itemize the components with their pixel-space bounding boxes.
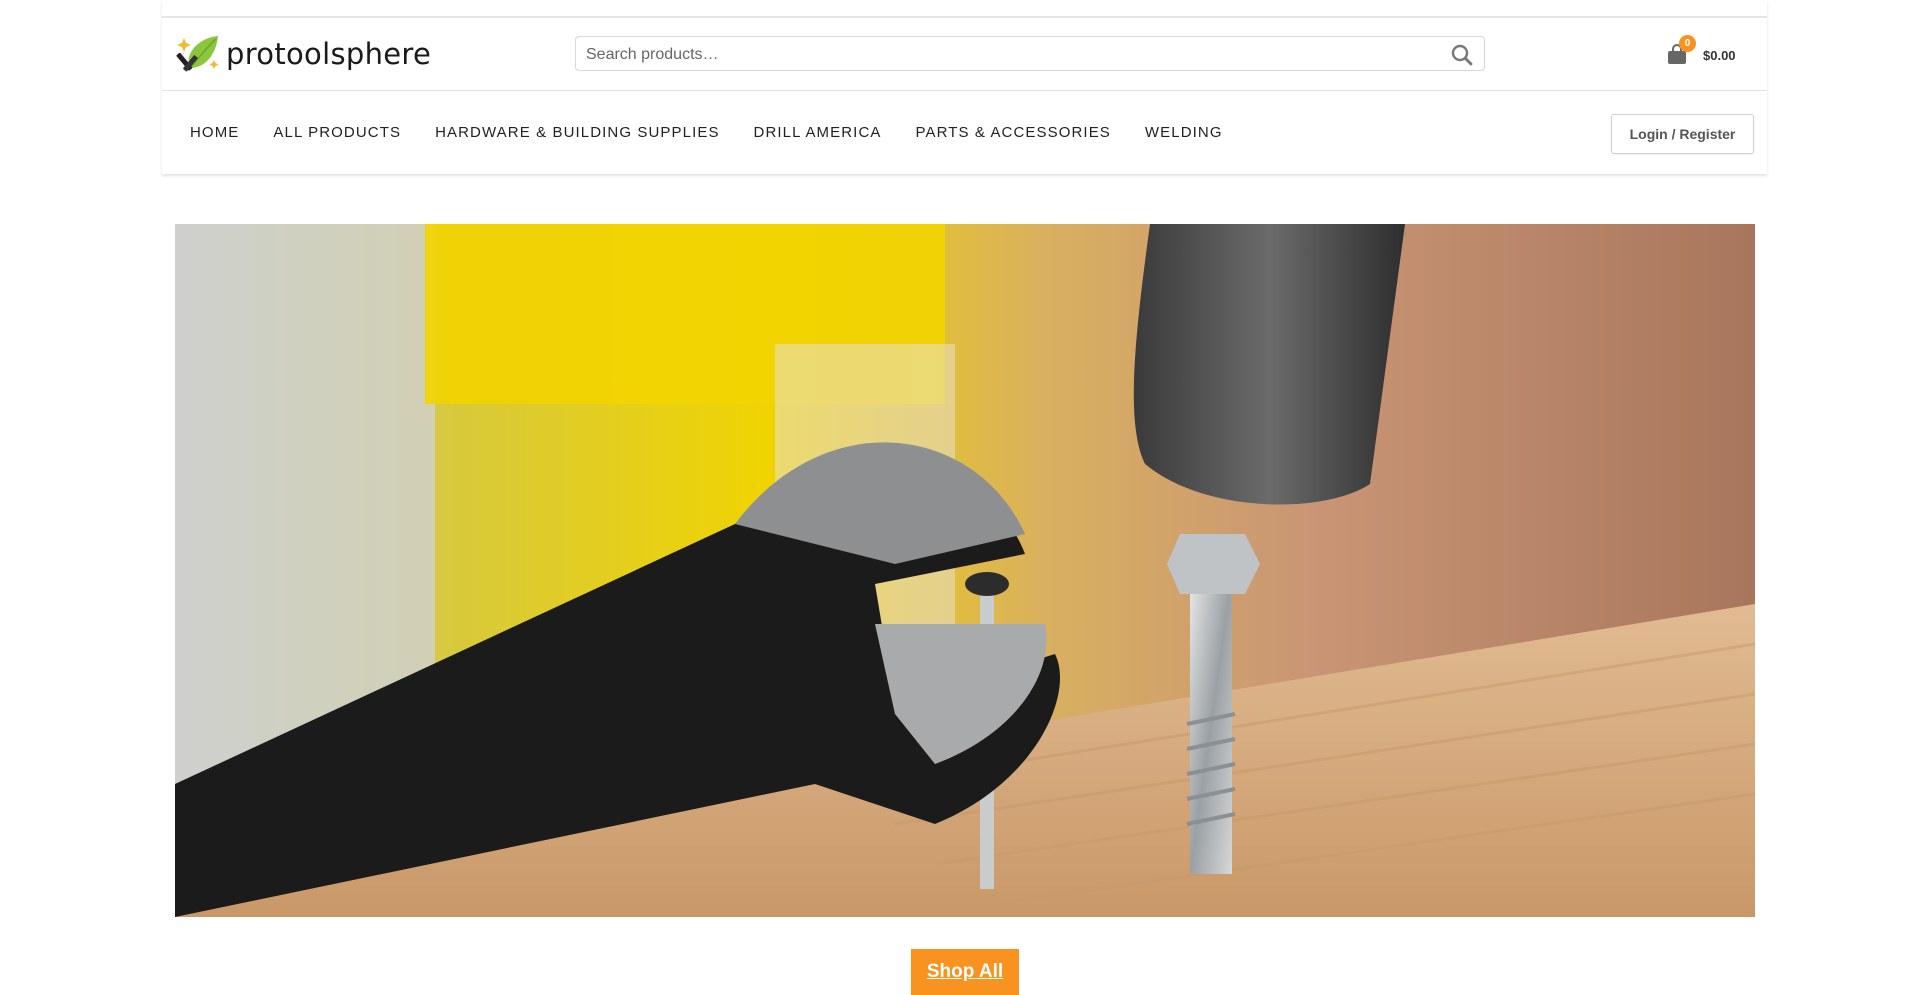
header-row: protoolsphere 0 $0.00 [162,18,1767,91]
leaf-tools-logo-icon [176,30,222,79]
nav-item-parts-accessories[interactable]: PARTS & ACCESSORIES [916,124,1111,141]
nav-item-hardware-building-supplies[interactable]: HARDWARE & BUILDING SUPPLIES [435,124,719,141]
nav-item-drill-america[interactable]: DRILL AMERICA [754,124,882,141]
cart-widget[interactable]: 0 $0.00 [1667,35,1736,70]
main-nav: HOME ALL PRODUCTS HARDWARE & BUILDING SU… [190,91,1223,174]
site-header: protoolsphere 0 $0.00 [162,0,1767,174]
login-register-button[interactable]: Login / Register [1611,114,1754,154]
nav-item-all-products[interactable]: ALL PRODUCTS [273,124,401,141]
shopping-bag-icon [1667,44,1687,69]
cart-count-badge: 0 [1679,35,1696,52]
top-strip [162,0,1767,18]
cart-icon-wrap: 0 [1667,35,1696,69]
shop-all-button[interactable]: Shop All [911,949,1019,995]
nav-item-welding[interactable]: WELDING [1145,124,1223,141]
nav-row: HOME ALL PRODUCTS HARDWARE & BUILDING SU… [162,91,1767,174]
nav-item-home[interactable]: HOME [190,124,239,141]
brand-name: protoolsphere [226,37,432,71]
search-box [575,36,1485,72]
cart-total: $0.00 [1703,47,1736,63]
search-input[interactable] [584,37,1428,72]
hero-banner-image [175,224,1755,917]
search-icon[interactable] [1450,43,1474,67]
logo[interactable]: protoolsphere [176,32,431,76]
